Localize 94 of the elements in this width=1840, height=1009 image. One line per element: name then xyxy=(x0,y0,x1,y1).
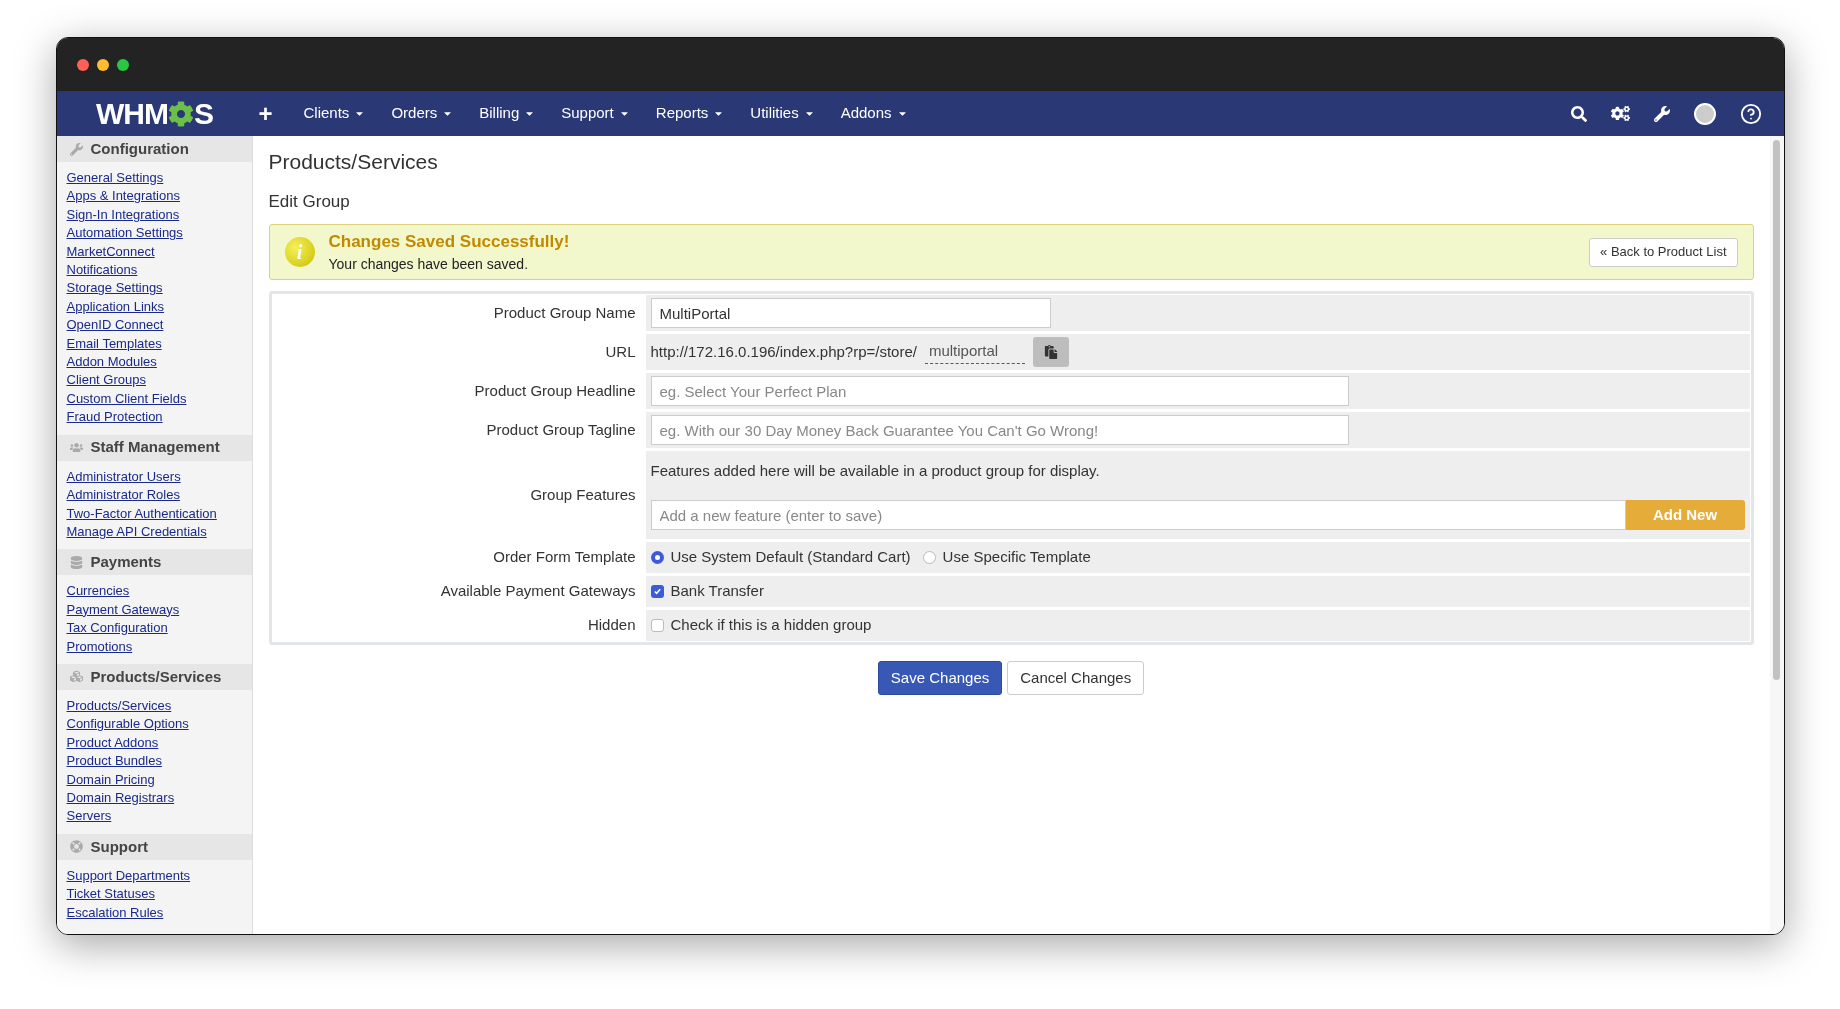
sidebar-link[interactable]: Configurable Options xyxy=(66,715,252,734)
nav-menu-item[interactable]: Utilities xyxy=(737,102,828,125)
radio-button[interactable] xyxy=(922,551,936,564)
window-control[interactable] xyxy=(76,58,89,71)
settings-icon[interactable] xyxy=(1610,104,1630,123)
checkbox-label: Bank Transfer xyxy=(670,581,764,602)
wrench-icon[interactable] xyxy=(1653,105,1670,122)
sidebar-link[interactable]: Client Groups xyxy=(66,371,252,390)
life-ring-icon xyxy=(69,840,83,854)
sidebar-link[interactable]: Automation Settings xyxy=(66,224,252,243)
sidebar-link[interactable]: Apps & Integrations xyxy=(66,187,252,206)
sidebar-link[interactable]: Custom Client Fields xyxy=(66,389,252,409)
window-control[interactable] xyxy=(96,58,109,71)
sidebar-link[interactable]: Products/Services xyxy=(66,696,252,716)
section-title: Products/Services xyxy=(90,666,222,687)
sidebar-link[interactable]: Manage API Credentials xyxy=(66,522,252,542)
radio-label: Use Specific Template xyxy=(942,547,1091,568)
text-field[interactable]: eg. With our 30 Day Money Back Guarantee You Can't Go Wrong! xyxy=(650,415,1349,445)
sidebar-link[interactable]: Domain Pricing xyxy=(66,770,252,789)
copy-button[interactable] xyxy=(1032,337,1069,367)
sidebar-link[interactable]: Product Addons xyxy=(66,733,252,753)
sidebar-link[interactable]: MarketConnect xyxy=(66,242,252,262)
wrench-icon xyxy=(69,142,83,156)
nav-menu-item[interactable]: Addons xyxy=(827,102,921,125)
page-subtitle: Edit Group xyxy=(268,190,351,213)
url-text: http://172.16.0.196/index.php?rp=/store/ xyxy=(650,341,917,362)
nav-menu-item[interactable]: Clients xyxy=(290,102,379,125)
field-label: Hidden xyxy=(587,615,636,636)
alert-message: Your changes have been saved. xyxy=(328,255,530,275)
sidebar-link[interactable]: Ticket Statuses xyxy=(66,885,252,904)
nav-menu-item[interactable]: Orders xyxy=(378,102,467,125)
sidebar-link[interactable]: Payment Gateways xyxy=(66,600,252,620)
checkbox[interactable] xyxy=(650,585,664,598)
logo[interactable]: WHM S xyxy=(96,91,213,136)
nav-menu-item[interactable]: Reports xyxy=(642,102,738,125)
gear-icon xyxy=(168,100,194,127)
sidebar-link[interactable]: Storage Settings xyxy=(66,279,252,298)
sidebar-link[interactable]: Currencies xyxy=(66,582,252,601)
sidebar-link[interactable]: Fraud Protection xyxy=(66,408,252,427)
alert-title: Changes Saved Successfully! xyxy=(328,230,570,253)
sidebar-link[interactable]: Email Templates xyxy=(66,334,252,354)
cubes-icon xyxy=(69,670,83,684)
sidebar-link[interactable]: OpenID Connect xyxy=(66,316,252,335)
sidebar-link[interactable]: Administrator Users xyxy=(66,467,252,487)
nav-menu-item[interactable]: Support xyxy=(548,102,643,125)
radio-label: Use System Default (Standard Cart) xyxy=(670,547,911,568)
help-text: Features added here will be available in a product group for display. xyxy=(650,460,1101,481)
text-field[interactable]: MultiPortal xyxy=(650,298,1051,328)
users-icon xyxy=(69,441,83,455)
text-field[interactable]: eg. Select Your Perfect Plan xyxy=(650,376,1349,406)
checkmark-icon xyxy=(652,587,662,596)
nav-menu-item[interactable]: Billing xyxy=(466,102,549,125)
page-title: Products/Services xyxy=(268,149,439,175)
checkbox[interactable] xyxy=(650,619,664,632)
field-label: Available Payment Gateways xyxy=(440,581,636,602)
sidebar-link[interactable]: Product Bundles xyxy=(66,752,252,771)
section-title: Payments xyxy=(90,552,162,573)
field-label: URL xyxy=(605,341,636,362)
search-icon[interactable] xyxy=(1570,105,1587,122)
cancel-button[interactable]: Cancel Changes xyxy=(1007,661,1145,695)
sidebar-link[interactable]: Addon Modules xyxy=(66,353,252,372)
sidebar-link[interactable]: Support Departments xyxy=(66,866,252,886)
section-title: Configuration xyxy=(90,138,189,159)
field-label: Group Features xyxy=(530,484,636,505)
add-button[interactable]: + xyxy=(258,95,273,132)
section-title: Support xyxy=(90,836,148,857)
field-label: Product Group Tagline xyxy=(486,419,636,440)
sidebar-link[interactable]: Servers xyxy=(66,807,252,826)
slug-field[interactable]: multiportal xyxy=(924,340,1025,364)
info-icon: i xyxy=(284,237,315,267)
sidebar-link[interactable]: Administrator Roles xyxy=(66,486,252,505)
field-label: Product Group Name xyxy=(493,302,636,323)
coins-icon xyxy=(69,555,83,569)
sidebar-link[interactable]: Escalation Rules xyxy=(66,903,252,922)
sidebar-link[interactable]: Tax Configuration xyxy=(66,619,252,638)
sidebar-link[interactable]: Sign-In Integrations xyxy=(66,205,252,225)
sidebar-link[interactable]: Application Links xyxy=(66,297,252,317)
field-label: Order Form Template xyxy=(493,547,636,568)
checkbox-label: Check if this is a hidden group xyxy=(670,615,872,636)
section-title: Staff Management xyxy=(90,437,220,458)
sidebar-link[interactable]: Promotions xyxy=(66,637,252,656)
sidebar-link[interactable]: Two-Factor Authentication xyxy=(66,504,252,523)
sidebar-link[interactable]: Notifications xyxy=(66,261,252,280)
help-icon[interactable] xyxy=(1739,102,1762,125)
save-button[interactable]: Save Changes xyxy=(877,661,1003,695)
avatar[interactable] xyxy=(1693,102,1716,125)
feature-field[interactable]: Add a new feature (enter to save) xyxy=(650,500,1626,531)
clipboard-icon xyxy=(1043,345,1058,359)
sidebar-link[interactable]: Domain Registrars xyxy=(66,788,252,808)
back-button[interactable]: « Back to Product List xyxy=(1589,237,1738,267)
radio-button[interactable] xyxy=(650,551,664,564)
field-label: Product Group Headline xyxy=(474,380,636,401)
sidebar-link[interactable]: General Settings xyxy=(66,169,252,188)
window-control[interactable] xyxy=(116,58,129,71)
